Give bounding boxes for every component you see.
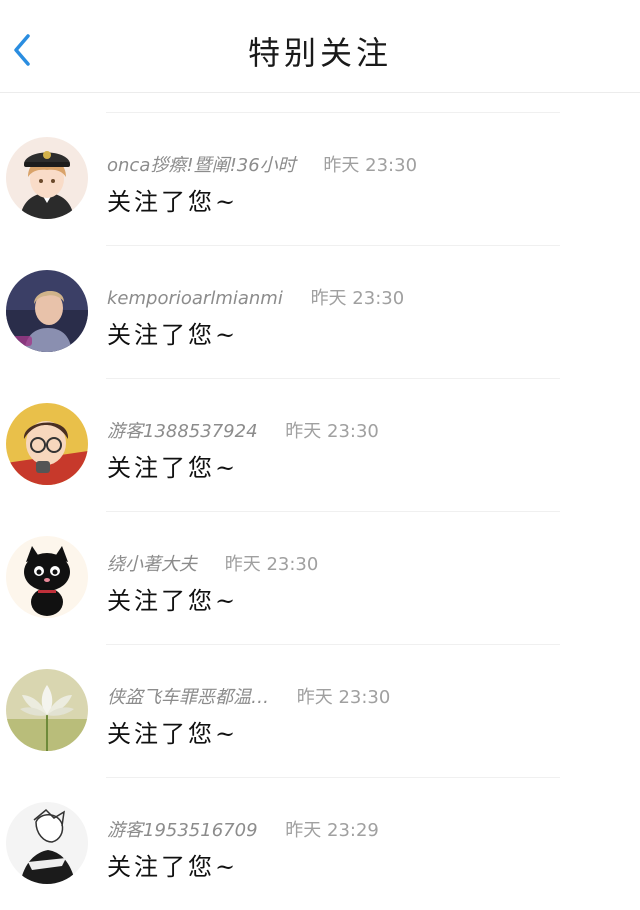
black-cat-avatar [6,536,88,618]
divider [106,112,560,113]
avatar[interactable] [6,802,88,884]
timestamp: 昨天 23:30 [296,687,391,708]
notification-message: 关注了您~ [107,587,239,615]
notification-message: 关注了您~ [107,853,239,881]
notification-message: 关注了您~ [107,454,239,482]
sketch-character-avatar [6,802,88,884]
list-item[interactable]: 游客1388537924 昨天 23:30 关注了您~ [0,378,640,511]
page-title: 特别关注 [247,34,392,72]
username-link[interactable]: onca拶瘵!暨阐!36小时 [107,155,296,176]
list-item[interactable]: 侠盗飞车罪恶都温… 昨天 23:30 关注了您~ [0,644,640,777]
nav-bar: 特别关注 [0,0,640,93]
avatar[interactable] [6,137,88,219]
list-item[interactable]: 绕小著大夫 昨天 23:30 关注了您~ [0,511,640,644]
avatar[interactable] [6,270,88,352]
notification-message: 关注了您~ [107,720,239,748]
divider [106,378,560,379]
follow-notification-list: onca拶瘵!暨阐!36小时 昨天 23:30 关注了您~ kemporioar… [0,112,640,910]
divider [106,644,560,645]
notification-message: 关注了您~ [107,188,239,216]
item-meta: 游客1388537924 昨天 23:30 [107,417,379,443]
timestamp: 昨天 23:30 [310,288,405,309]
item-meta: 侠盗飞车罪恶都温… 昨天 23:30 [107,683,390,709]
item-meta: 游客1953516709 昨天 23:29 [107,816,379,842]
timestamp: 昨天 23:30 [323,155,418,176]
divider [106,245,560,246]
timestamp: 昨天 23:30 [285,421,379,442]
username-link[interactable]: 侠盗飞车罪恶都温… [107,687,269,708]
username-link[interactable]: kemporioarlmianmi [107,288,283,309]
avatar[interactable] [6,669,88,751]
list-item[interactable]: onca拶瘵!暨阐!36小时 昨天 23:30 关注了您~ [0,112,640,245]
white-lotus-avatar [6,669,88,751]
anime-detective-avatar [6,403,88,485]
list-item[interactable]: kemporioarlmianmi 昨天 23:30 关注了您~ [0,245,640,378]
item-meta: kemporioarlmianmi 昨天 23:30 [107,284,404,310]
username-link[interactable]: 绕小著大夫 [107,554,197,575]
username-link[interactable]: 游客1388537924 [107,421,258,442]
timestamp: 昨天 23:29 [285,820,379,841]
avatar[interactable] [6,536,88,618]
list-item[interactable]: 游客1953516709 昨天 23:29 关注了您~ [0,777,640,910]
timestamp: 昨天 23:30 [224,554,319,575]
item-meta: 绕小著大夫 昨天 23:30 [107,550,318,576]
anime-boy-captain-hat-avatar [6,137,88,219]
notification-message: 关注了您~ [107,321,239,349]
divider [106,777,560,778]
young-man-photo-avatar [6,270,88,352]
username-link[interactable]: 游客1953516709 [107,820,258,841]
item-meta: onca拶瘵!暨阐!36小时 昨天 23:30 [107,151,417,177]
avatar[interactable] [6,403,88,485]
divider [106,511,560,512]
